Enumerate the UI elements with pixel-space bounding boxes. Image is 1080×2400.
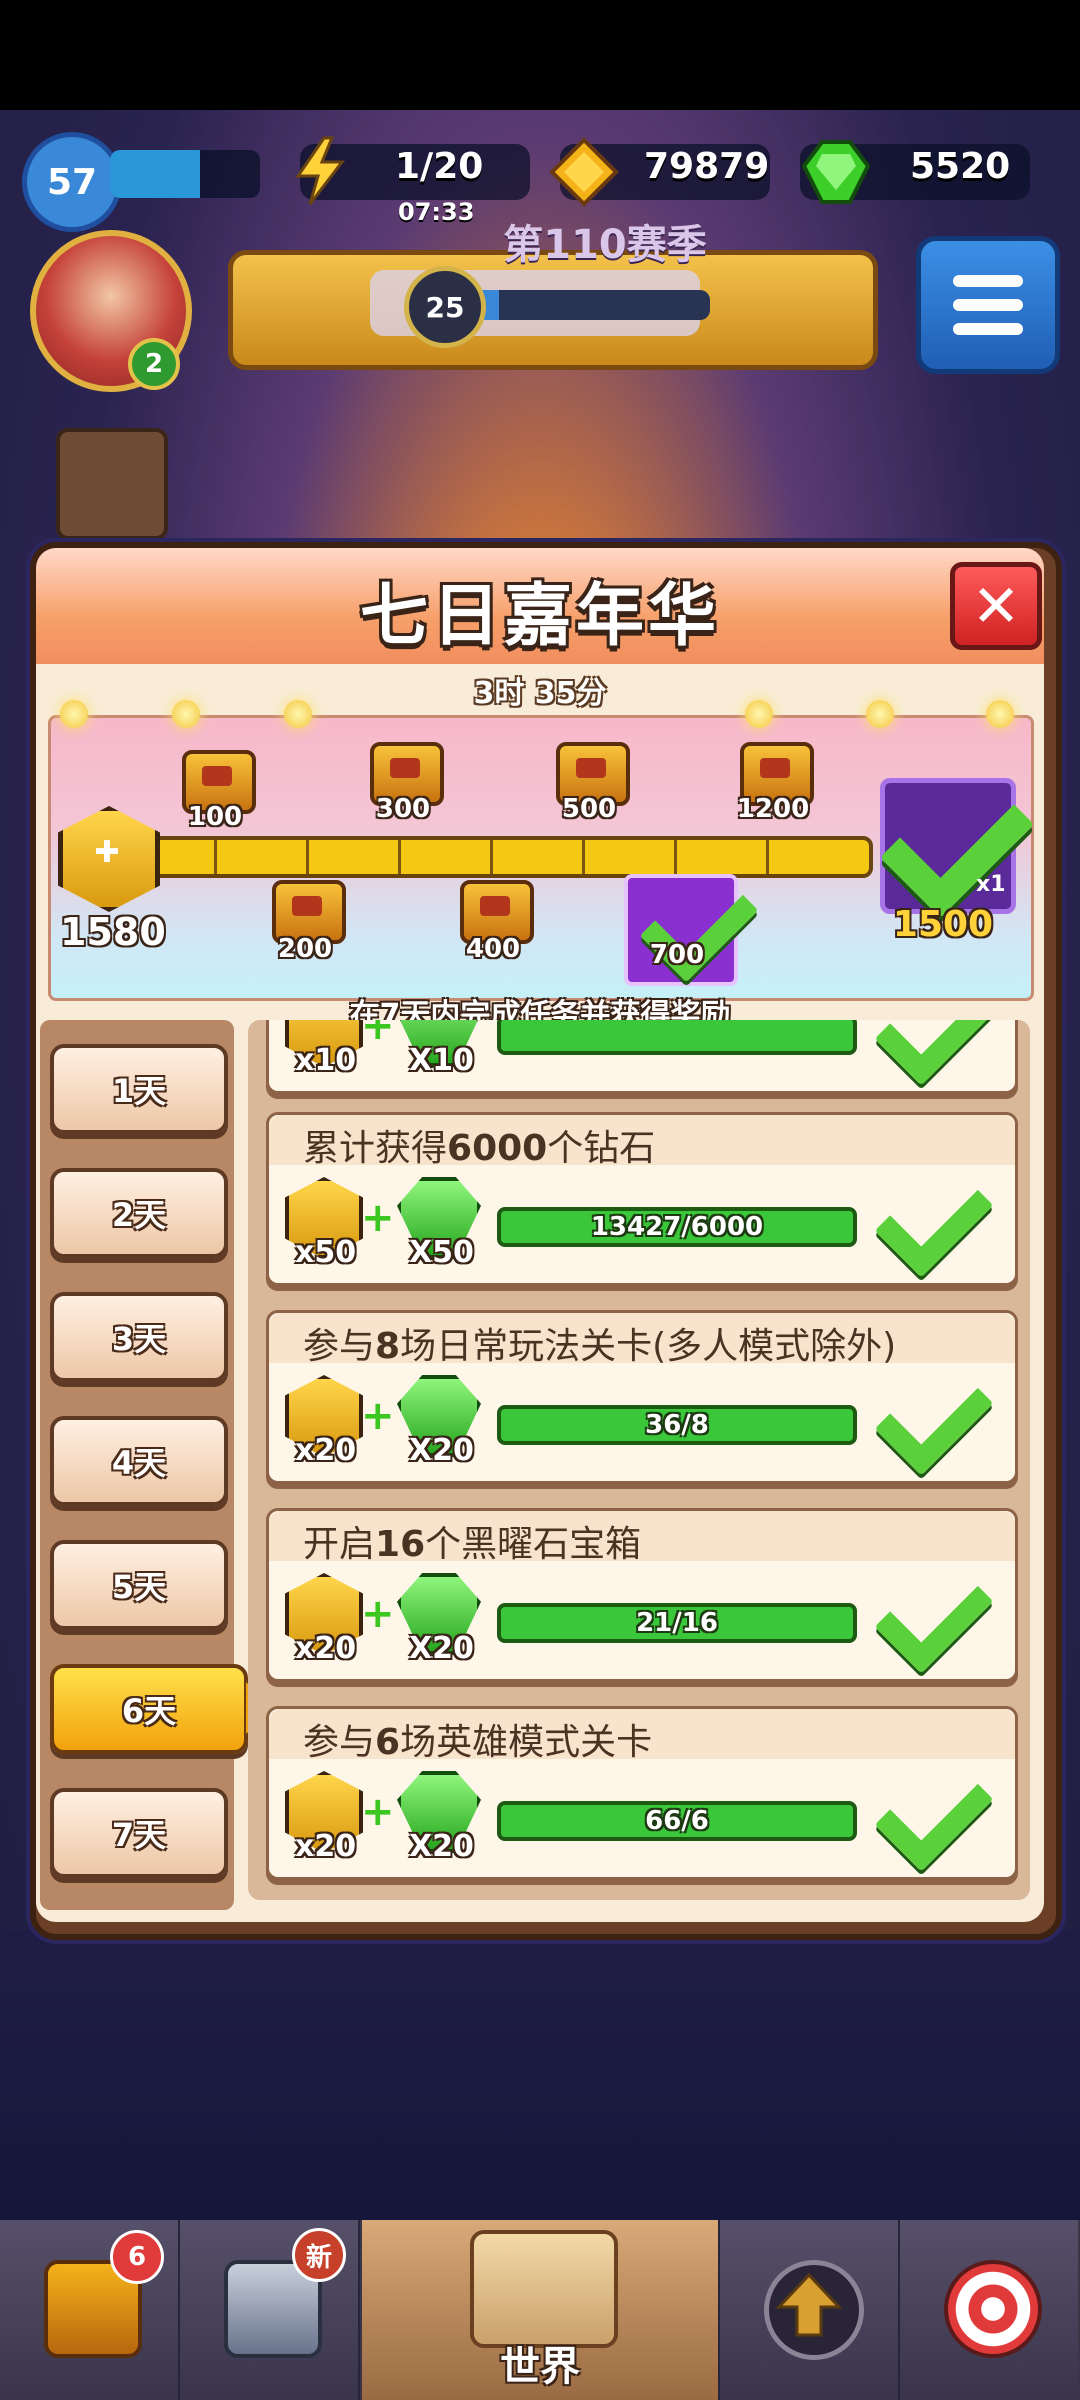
day-tab-7[interactable]: 7天	[50, 1788, 228, 1878]
gift-qty: x20	[295, 1829, 357, 1864]
equipment-new-badge: 新	[292, 2228, 346, 2282]
xp-bar	[110, 150, 260, 198]
nav-world-label: 世界	[500, 2344, 580, 2390]
task-title: 参与8场日常玩法关卡(多人模式除外)	[303, 1326, 897, 1367]
task-title: 累计获得6000个钻石	[303, 1128, 656, 1169]
modal-title: 七日嘉年华	[359, 577, 720, 656]
task-title: 开启16个黑曜石宝箱	[303, 1524, 642, 1565]
light-bulb	[986, 700, 1014, 728]
day-tab-4[interactable]: 4天	[50, 1416, 228, 1506]
energy-value: 1/20	[395, 146, 484, 187]
nav-world[interactable]: 世界	[362, 2220, 720, 2400]
gold-value: 79879	[644, 146, 770, 187]
chest-threshold: 100	[187, 802, 243, 832]
nav-target[interactable]	[900, 2220, 1078, 2400]
light-bulb	[172, 700, 200, 728]
checkmark-icon	[874, 1020, 994, 1086]
task-card: 累计获得6000个钻石 + x50 X50 13427/6000	[266, 1112, 1018, 1286]
map-icon	[470, 2230, 618, 2348]
light-bulb	[866, 700, 894, 728]
light-bulb	[60, 700, 88, 728]
gem-qty: X50	[409, 1235, 474, 1270]
player-level-badge[interactable]: 57	[22, 132, 122, 232]
plus-icon: +	[361, 1591, 395, 1637]
task-list[interactable]: + x10 X10 累计获得6000个钻石 + x50 X50 13427/60…	[248, 1020, 1030, 1900]
task-progress: 36/8	[497, 1405, 857, 1445]
lightning-icon	[290, 136, 350, 206]
gift-qty: x20	[295, 1631, 357, 1666]
gift-ribbon-icon: ✚	[94, 835, 120, 870]
light-bulb	[745, 700, 773, 728]
light-bulb	[284, 700, 312, 728]
task-progress: 66/6	[497, 1801, 857, 1841]
day-tab-2[interactable]: 2天	[50, 1168, 228, 1258]
season-level-badge: 25	[404, 266, 486, 348]
task-card: 开启16个黑曜石宝箱 + x20 X20 21/16	[266, 1508, 1018, 1682]
chest-threshold: 500	[561, 794, 617, 824]
hamburger-menu-icon[interactable]	[916, 236, 1060, 374]
checkmark-icon	[874, 1158, 994, 1278]
chest-threshold: 400	[465, 934, 521, 964]
gem-qty: X20	[409, 1433, 474, 1468]
day-tab-1[interactable]: 1天	[50, 1044, 228, 1134]
chest-notification-badge: 6	[110, 2230, 164, 2284]
bottom-nav: 6 新 世界	[0, 2220, 1080, 2400]
nav-upgrade[interactable]	[720, 2220, 900, 2400]
nav-equipment[interactable]: 新	[180, 2220, 360, 2400]
chest-threshold: 200	[277, 934, 333, 964]
task-card: 参与8场日常玩法关卡(多人模式除外) + x20 X20 36/8	[266, 1310, 1018, 1484]
gift-qty: x50	[295, 1235, 357, 1270]
task-card-partial: + x10 X10	[266, 1020, 1018, 1094]
chest-threshold: 300	[375, 794, 431, 824]
task-progress	[497, 1020, 857, 1055]
points-progress-bar	[130, 836, 873, 878]
day-tab-6[interactable]: 6天	[50, 1664, 272, 1754]
chest-threshold: 1200	[736, 794, 810, 824]
gift-qty: x20	[295, 1433, 357, 1468]
plus-icon: +	[361, 1195, 395, 1241]
task-progress: 21/16	[497, 1603, 857, 1643]
gem-qty: X10	[409, 1043, 474, 1078]
gem-value: 5520	[910, 146, 1011, 187]
side-event-button[interactable]	[56, 428, 168, 540]
target-icon	[944, 2260, 1042, 2358]
task-progress: 13427/6000	[497, 1207, 857, 1247]
season-title: 第110赛季	[503, 222, 707, 268]
gem-qty: X20	[409, 1631, 474, 1666]
chest-threshold: 700	[649, 940, 705, 970]
checkmark-icon	[874, 1554, 994, 1674]
energy-timer: 07:33	[398, 198, 475, 226]
close-button[interactable]: ✕	[950, 562, 1042, 650]
checkmark-icon	[874, 1752, 994, 1872]
gold-coin-icon	[548, 136, 620, 208]
status-bar-area	[0, 0, 1080, 110]
grand-reward-threshold: 1500	[892, 904, 994, 945]
background-scene-bottom	[0, 1930, 1080, 2220]
task-card: 参与6场英雄模式关卡 + x20 X20 66/6	[266, 1706, 1018, 1880]
avatar-badge: 2	[128, 338, 180, 390]
day-tab-3[interactable]: 3天	[50, 1292, 228, 1382]
green-gem-icon	[800, 136, 872, 208]
plus-icon: +	[361, 1789, 395, 1835]
day-tab-5[interactable]: 5天	[50, 1540, 228, 1630]
grand-reward-qty: x1	[976, 872, 1006, 897]
nav-chest[interactable]: 6	[0, 2220, 180, 2400]
checkmark-icon	[874, 1356, 994, 1476]
task-title: 参与6场英雄模式关卡	[303, 1722, 653, 1763]
total-points: 1580	[60, 910, 166, 954]
plus-icon: +	[361, 1020, 395, 1049]
plus-icon: +	[361, 1393, 395, 1439]
gift-qty: x10	[295, 1043, 357, 1078]
up-arrow-icon	[764, 2260, 864, 2360]
gem-qty: X20	[409, 1829, 474, 1864]
